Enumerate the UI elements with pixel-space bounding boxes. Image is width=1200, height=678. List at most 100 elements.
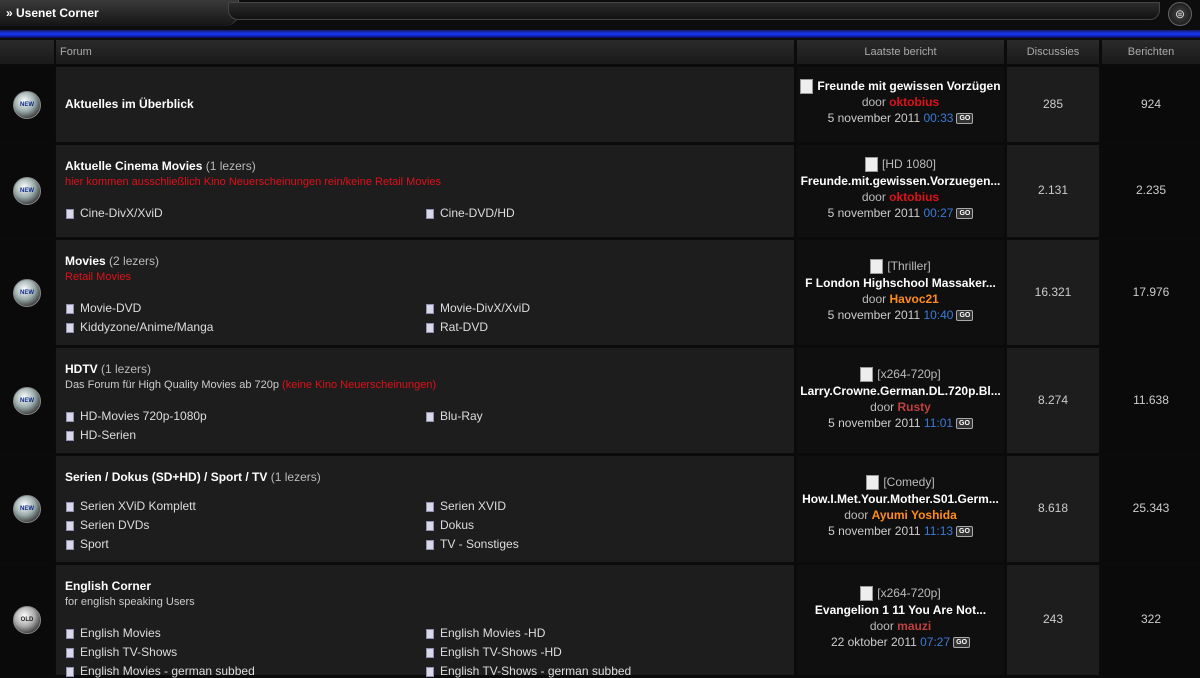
discussions-count: 8.274 <box>1037 393 1069 407</box>
subforum-link[interactable]: Serien XViD Komplett <box>66 499 196 513</box>
forum-status-cell: NEW <box>0 240 54 345</box>
last-post-cell: [HD 1080] Freunde.mit.gewissen.Vorzuegen.… <box>797 145 1004 237</box>
document-icon <box>864 157 878 173</box>
author-link[interactable]: Ayumi Yoshida <box>872 508 957 522</box>
subforum-link[interactable]: Sport <box>66 537 109 551</box>
forum-status-cell: NEW <box>0 348 54 453</box>
header-last-post: Laatste bericht <box>797 40 1004 64</box>
subforum-link[interactable]: TV - Sonstiges <box>426 537 519 551</box>
discussions-cell: 8.274 <box>1007 348 1099 453</box>
collapse-icon[interactable]: ⊜ <box>1168 2 1192 26</box>
subforum-link[interactable]: Kiddyzone/Anime/Manga <box>66 320 213 334</box>
last-post-time: 07:27 <box>920 635 951 649</box>
new-posts-icon: NEW <box>13 91 41 119</box>
subforum-link[interactable]: HD-Serien <box>66 428 136 442</box>
last-post-thread[interactable]: Larry.Crowne.German.DL.720p.Bl... <box>797 384 1004 398</box>
last-post-time: 11:13 <box>923 524 954 538</box>
forum-description: hier kommen ausschließlich Kino Neuersch… <box>65 176 442 188</box>
forum-readers: (2 lezers) <box>109 254 160 268</box>
discussions-cell: 8.618 <box>1007 456 1099 562</box>
author-link[interactable]: Havoc21 <box>889 292 938 306</box>
last-post-time: 00:33 <box>923 111 954 125</box>
document-icon <box>870 259 884 275</box>
subforum-link[interactable]: English Movies -HD <box>426 626 545 640</box>
author-link[interactable]: oktobius <box>889 95 939 109</box>
last-post-thread[interactable]: Freunde.mit.gewissen.Vorzuegen... <box>797 174 1004 188</box>
last-post-thread[interactable]: Freunde mit gewissen Vorzügen <box>797 79 1004 95</box>
go-to-post-button[interactable]: GO <box>956 310 974 322</box>
subforum-link[interactable]: Cine-DVD/HD <box>426 206 515 220</box>
forum-title[interactable]: English Corner <box>65 579 151 593</box>
forum-title[interactable]: Serien / Dokus (SD+HD) / Sport / TV (1 l… <box>65 470 321 484</box>
last-post-author: door mauzi <box>869 619 932 633</box>
subforum-link[interactable]: English Movies <box>66 626 161 640</box>
forum-row: NEW Movies (2 lezers) Retail Movies Movie-D… <box>0 240 1200 345</box>
discussions-cell: 2.131 <box>1007 145 1099 237</box>
author-link[interactable]: Rusty <box>898 400 931 414</box>
go-to-post-button[interactable]: GO <box>956 526 973 538</box>
go-to-post-button[interactable]: GO <box>956 113 974 125</box>
discussions-cell: 16.321 <box>1007 240 1099 345</box>
thread-prefix: [x264-720p] <box>877 367 941 381</box>
messages-count: 2.235 <box>1135 183 1167 197</box>
last-post-thread[interactable]: How.I.Met.Your.Mother.S01.Germ... <box>797 492 1004 506</box>
old-posts-icon: OLD <box>13 606 41 634</box>
thread-prefix: [Thriller] <box>887 259 931 273</box>
thread-prefix: [x264-720p] <box>877 586 941 600</box>
forum-title[interactable]: HDTV (1 lezers) <box>65 362 151 376</box>
forum-description: Das Forum für High Quality Movies ab 720… <box>65 379 437 391</box>
discussions-cell: 285 <box>1007 67 1099 142</box>
last-post-author: door oktobius <box>861 95 940 109</box>
subforum-link[interactable]: Cine-DivX/XviD <box>66 206 163 220</box>
messages-cell: 11.638 <box>1102 348 1200 453</box>
last-post-thread[interactable]: F London Highschool Massaker... <box>797 276 1004 290</box>
discussions-count: 285 <box>1042 97 1064 111</box>
go-to-post-button[interactable]: GO <box>956 418 973 430</box>
subforum-link[interactable]: HD-Movies 720p-1080p <box>66 409 207 423</box>
forum-status-cell: NEW <box>0 456 54 562</box>
document-icon <box>860 586 874 602</box>
forum-title[interactable]: Movies (2 lezers) <box>65 254 159 268</box>
messages-count: 25.343 <box>1132 501 1170 515</box>
forum-info-cell: Aktuelles im Überblick <box>56 67 794 142</box>
subforum-link[interactable]: English TV-Shows <box>66 645 177 659</box>
forum-info-cell: English Corner for english speaking Users… <box>56 565 794 678</box>
last-post-thread[interactable]: Evangelion 1 11 You Are Not... <box>797 603 1004 617</box>
new-posts-icon: NEW <box>13 177 41 205</box>
last-post-cell: [x264-720p] Evangelion 1 11 You Are Not..… <box>797 565 1004 675</box>
messages-cell: 924 <box>1102 67 1200 142</box>
subforum-link[interactable]: Rat-DVD <box>426 320 488 334</box>
discussions-count: 16.321 <box>1034 285 1072 299</box>
new-posts-icon: NEW <box>13 495 41 523</box>
forum-row: OLD English Corner for english speaking Us… <box>0 565 1200 678</box>
messages-cell: 2.235 <box>1102 145 1200 237</box>
last-post-date: 5 november 2011 00:33 GO <box>797 111 1004 125</box>
last-post-author: door oktobius <box>861 190 940 204</box>
forum-title[interactable]: Aktuelles im Überblick <box>65 97 194 111</box>
header-messages: Berichten <box>1102 40 1200 64</box>
thread-prefix: [HD 1080] <box>881 157 937 171</box>
author-link[interactable]: mauzi <box>897 619 931 633</box>
category-tab[interactable]: » Usenet Corner <box>0 0 239 26</box>
last-post-date: 5 november 2011 10:40 GO <box>797 308 1004 322</box>
subforum-link[interactable]: English Movies - german subbed <box>66 664 255 678</box>
subforum-link[interactable]: Serien XVID <box>426 499 506 513</box>
author-link[interactable]: oktobius <box>889 190 939 204</box>
subforum-link[interactable]: Movie-DVD <box>66 301 141 315</box>
last-post-prefix: [x264-720p] <box>797 367 1004 383</box>
go-to-post-button[interactable]: GO <box>956 208 974 220</box>
subforum-link[interactable]: Serien DVDs <box>66 518 149 532</box>
subforum-link[interactable]: Dokus <box>426 518 474 532</box>
last-post-prefix: [Thriller] <box>797 259 1004 275</box>
subforum-link[interactable]: Movie-DivX/XviD <box>426 301 530 315</box>
subforum-link[interactable]: Blu-Ray <box>426 409 483 423</box>
discussions-count: 8.618 <box>1037 501 1069 515</box>
forum-status-cell: OLD <box>0 565 54 675</box>
subforum-link[interactable]: English TV-Shows - german subbed <box>426 664 631 678</box>
forum-title[interactable]: Aktuelle Cinema Movies (1 lezers) <box>65 159 256 173</box>
forum-info-cell: Serien / Dokus (SD+HD) / Sport / TV (1 l… <box>56 456 794 562</box>
go-to-post-button[interactable]: GO <box>953 637 971 649</box>
subforum-link[interactable]: English TV-Shows -HD <box>426 645 562 659</box>
document-icon <box>866 475 880 491</box>
thread-prefix: [Comedy] <box>883 475 935 489</box>
